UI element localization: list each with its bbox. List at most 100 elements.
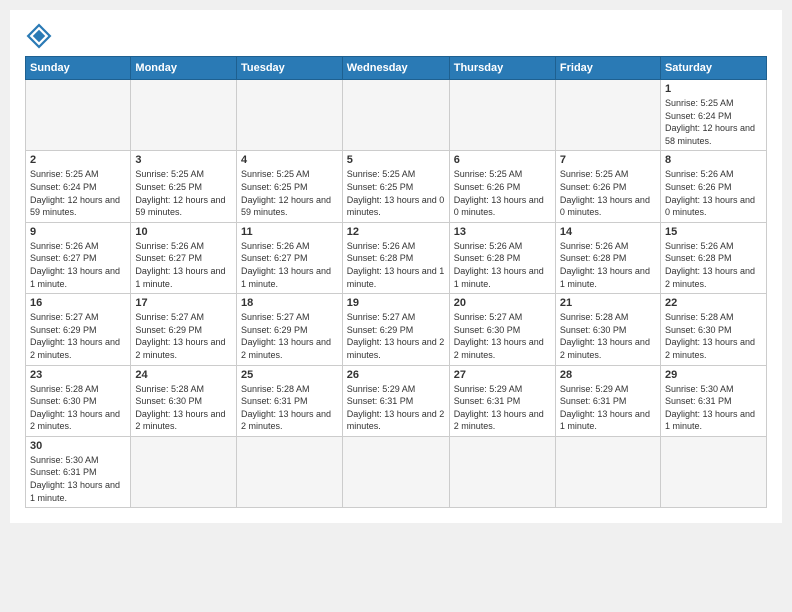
day-info: Sunrise: 5:26 AMSunset: 6:27 PMDaylight:… (30, 240, 126, 290)
calendar-cell: 23 Sunrise: 5:28 AMSunset: 6:30 PMDayligh… (26, 365, 131, 436)
day-number: 28 (560, 369, 656, 381)
weekday-header-sunday: Sunday (26, 57, 131, 80)
calendar-cell: 27Sunrise: 5:29 AMSunset: 6:31 PMDayligh… (449, 365, 555, 436)
day-number: 9 (30, 226, 126, 238)
day-number: 30 (30, 440, 126, 452)
day-number: 4 (241, 154, 338, 166)
calendar-cell (342, 436, 449, 507)
day-info: Sunrise: 5:29 AMSunset: 6:31 PMDaylight:… (560, 383, 656, 433)
day-number: 16 (30, 297, 126, 309)
calendar-cell: 24 Sunrise: 5:28 AMSunset: 6:30 PMDayligh… (131, 365, 237, 436)
week-row-2: 9 Sunrise: 5:26 AMSunset: 6:27 PMDaylight… (26, 222, 767, 293)
day-info: Sunrise: 5:28 AMSunset: 6:30 PMDaylight:… (135, 383, 232, 433)
day-info: Sunrise: 5:28 AMSunset: 6:30 PMDaylight:… (560, 311, 656, 361)
weekday-header-saturday: Saturday (660, 57, 766, 80)
calendar-cell (26, 80, 131, 151)
header (25, 20, 767, 50)
calendar-cell: 9 Sunrise: 5:26 AMSunset: 6:27 PMDaylight… (26, 222, 131, 293)
day-info: Sunrise: 5:25 AMSunset: 6:24 PMDaylight:… (30, 168, 126, 218)
calendar-table: SundayMondayTuesdayWednesdayThursdayFrid… (25, 56, 767, 508)
day-number: 24 (135, 369, 232, 381)
day-number: 20 (454, 297, 551, 309)
day-info: Sunrise: 5:27 AMSunset: 6:29 PMDaylight:… (347, 311, 445, 361)
calendar-cell (236, 80, 342, 151)
calendar-cell (342, 80, 449, 151)
day-info: Sunrise: 5:26 AMSunset: 6:27 PMDaylight:… (241, 240, 338, 290)
calendar-cell: 3Sunrise: 5:25 AMSunset: 6:25 PMDaylight… (131, 151, 237, 222)
day-info: Sunrise: 5:26 AMSunset: 6:28 PMDaylight:… (347, 240, 445, 290)
calendar-cell: 1Sunrise: 5:25 AMSunset: 6:24 PMDaylight… (660, 80, 766, 151)
day-number: 22 (665, 297, 762, 309)
calendar-cell: 11 Sunrise: 5:26 AMSunset: 6:27 PMDayligh… (236, 222, 342, 293)
calendar-cell: 13Sunrise: 5:26 AMSunset: 6:28 PMDayligh… (449, 222, 555, 293)
calendar-cell: 12 Sunrise: 5:26 AMSunset: 6:28 PMDayligh… (342, 222, 449, 293)
calendar-cell: 8 Sunrise: 5:26 AMSunset: 6:26 PMDaylight… (660, 151, 766, 222)
day-info: Sunrise: 5:28 AMSunset: 6:31 PMDaylight:… (241, 383, 338, 433)
day-info: Sunrise: 5:28 AMSunset: 6:30 PMDaylight:… (30, 383, 126, 433)
day-number: 14 (560, 226, 656, 238)
calendar-cell: 4 Sunrise: 5:25 AMSunset: 6:25 PMDaylight… (236, 151, 342, 222)
day-number: 1 (665, 83, 762, 95)
day-info: Sunrise: 5:26 AMSunset: 6:27 PMDaylight:… (135, 240, 232, 290)
day-number: 8 (665, 154, 762, 166)
generalblue-icon (25, 22, 53, 50)
logo (25, 20, 57, 50)
day-number: 11 (241, 226, 338, 238)
calendar-cell (449, 436, 555, 507)
day-info: Sunrise: 5:26 AMSunset: 6:26 PMDaylight:… (665, 168, 762, 218)
calendar-cell: 2Sunrise: 5:25 AMSunset: 6:24 PMDaylight… (26, 151, 131, 222)
day-info: Sunrise: 5:28 AMSunset: 6:30 PMDaylight:… (665, 311, 762, 361)
calendar-cell: 18 Sunrise: 5:27 AMSunset: 6:29 PMDayligh… (236, 294, 342, 365)
day-number: 6 (454, 154, 551, 166)
calendar-cell: 14 Sunrise: 5:26 AMSunset: 6:28 PMDayligh… (555, 222, 660, 293)
day-number: 25 (241, 369, 338, 381)
weekday-header-thursday: Thursday (449, 57, 555, 80)
day-info: Sunrise: 5:29 AMSunset: 6:31 PMDaylight:… (347, 383, 445, 433)
day-number: 26 (347, 369, 445, 381)
calendar-cell: 20 Sunrise: 5:27 AMSunset: 6:30 PMDayligh… (449, 294, 555, 365)
calendar-cell: 7Sunrise: 5:25 AMSunset: 6:26 PMDaylight… (555, 151, 660, 222)
day-info: Sunrise: 5:27 AMSunset: 6:29 PMDaylight:… (241, 311, 338, 361)
calendar-cell (131, 80, 237, 151)
day-number: 19 (347, 297, 445, 309)
day-number: 3 (135, 154, 232, 166)
calendar-cell: 19 Sunrise: 5:27 AMSunset: 6:29 PMDayligh… (342, 294, 449, 365)
week-row-5: 30 Sunrise: 5:30 AMSunset: 6:31 PMDayligh… (26, 436, 767, 507)
calendar-cell (449, 80, 555, 151)
calendar-cell: 17 Sunrise: 5:27 AMSunset: 6:29 PMDayligh… (131, 294, 237, 365)
week-row-4: 23 Sunrise: 5:28 AMSunset: 6:30 PMDayligh… (26, 365, 767, 436)
calendar-cell: 21Sunrise: 5:28 AMSunset: 6:30 PMDayligh… (555, 294, 660, 365)
day-info: Sunrise: 5:27 AMSunset: 6:30 PMDaylight:… (454, 311, 551, 361)
day-info: Sunrise: 5:25 AMSunset: 6:26 PMDaylight:… (454, 168, 551, 218)
day-number: 12 (347, 226, 445, 238)
calendar-cell (236, 436, 342, 507)
day-number: 29 (665, 369, 762, 381)
day-info: Sunrise: 5:27 AMSunset: 6:29 PMDaylight:… (135, 311, 232, 361)
day-info: Sunrise: 5:26 AMSunset: 6:28 PMDaylight:… (560, 240, 656, 290)
calendar-cell: 28 Sunrise: 5:29 AMSunset: 6:31 PMDayligh… (555, 365, 660, 436)
weekday-header-monday: Monday (131, 57, 237, 80)
weekday-header-wednesday: Wednesday (342, 57, 449, 80)
calendar-cell: 29 Sunrise: 5:30 AMSunset: 6:31 PMDayligh… (660, 365, 766, 436)
week-row-1: 2Sunrise: 5:25 AMSunset: 6:24 PMDaylight… (26, 151, 767, 222)
weekday-header-friday: Friday (555, 57, 660, 80)
weekday-header-tuesday: Tuesday (236, 57, 342, 80)
day-info: Sunrise: 5:29 AMSunset: 6:31 PMDaylight:… (454, 383, 551, 433)
week-row-3: 16 Sunrise: 5:27 AMSunset: 6:29 PMDayligh… (26, 294, 767, 365)
day-info: Sunrise: 5:30 AMSunset: 6:31 PMDaylight:… (30, 454, 126, 504)
calendar-cell (555, 436, 660, 507)
calendar-cell: 5Sunrise: 5:25 AMSunset: 6:25 PMDaylight… (342, 151, 449, 222)
day-info: Sunrise: 5:25 AMSunset: 6:26 PMDaylight:… (560, 168, 656, 218)
calendar-cell: 6 Sunrise: 5:25 AMSunset: 6:26 PMDaylight… (449, 151, 555, 222)
calendar-cell: 30 Sunrise: 5:30 AMSunset: 6:31 PMDayligh… (26, 436, 131, 507)
calendar-cell: 16Sunrise: 5:27 AMSunset: 6:29 PMDayligh… (26, 294, 131, 365)
day-info: Sunrise: 5:30 AMSunset: 6:31 PMDaylight:… (665, 383, 762, 433)
calendar-cell (660, 436, 766, 507)
day-number: 17 (135, 297, 232, 309)
page: SundayMondayTuesdayWednesdayThursdayFrid… (10, 10, 782, 523)
day-info: Sunrise: 5:25 AMSunset: 6:25 PMDaylight:… (241, 168, 338, 218)
calendar-cell: 26 Sunrise: 5:29 AMSunset: 6:31 PMDayligh… (342, 365, 449, 436)
day-number: 23 (30, 369, 126, 381)
day-number: 10 (135, 226, 232, 238)
day-number: 18 (241, 297, 338, 309)
